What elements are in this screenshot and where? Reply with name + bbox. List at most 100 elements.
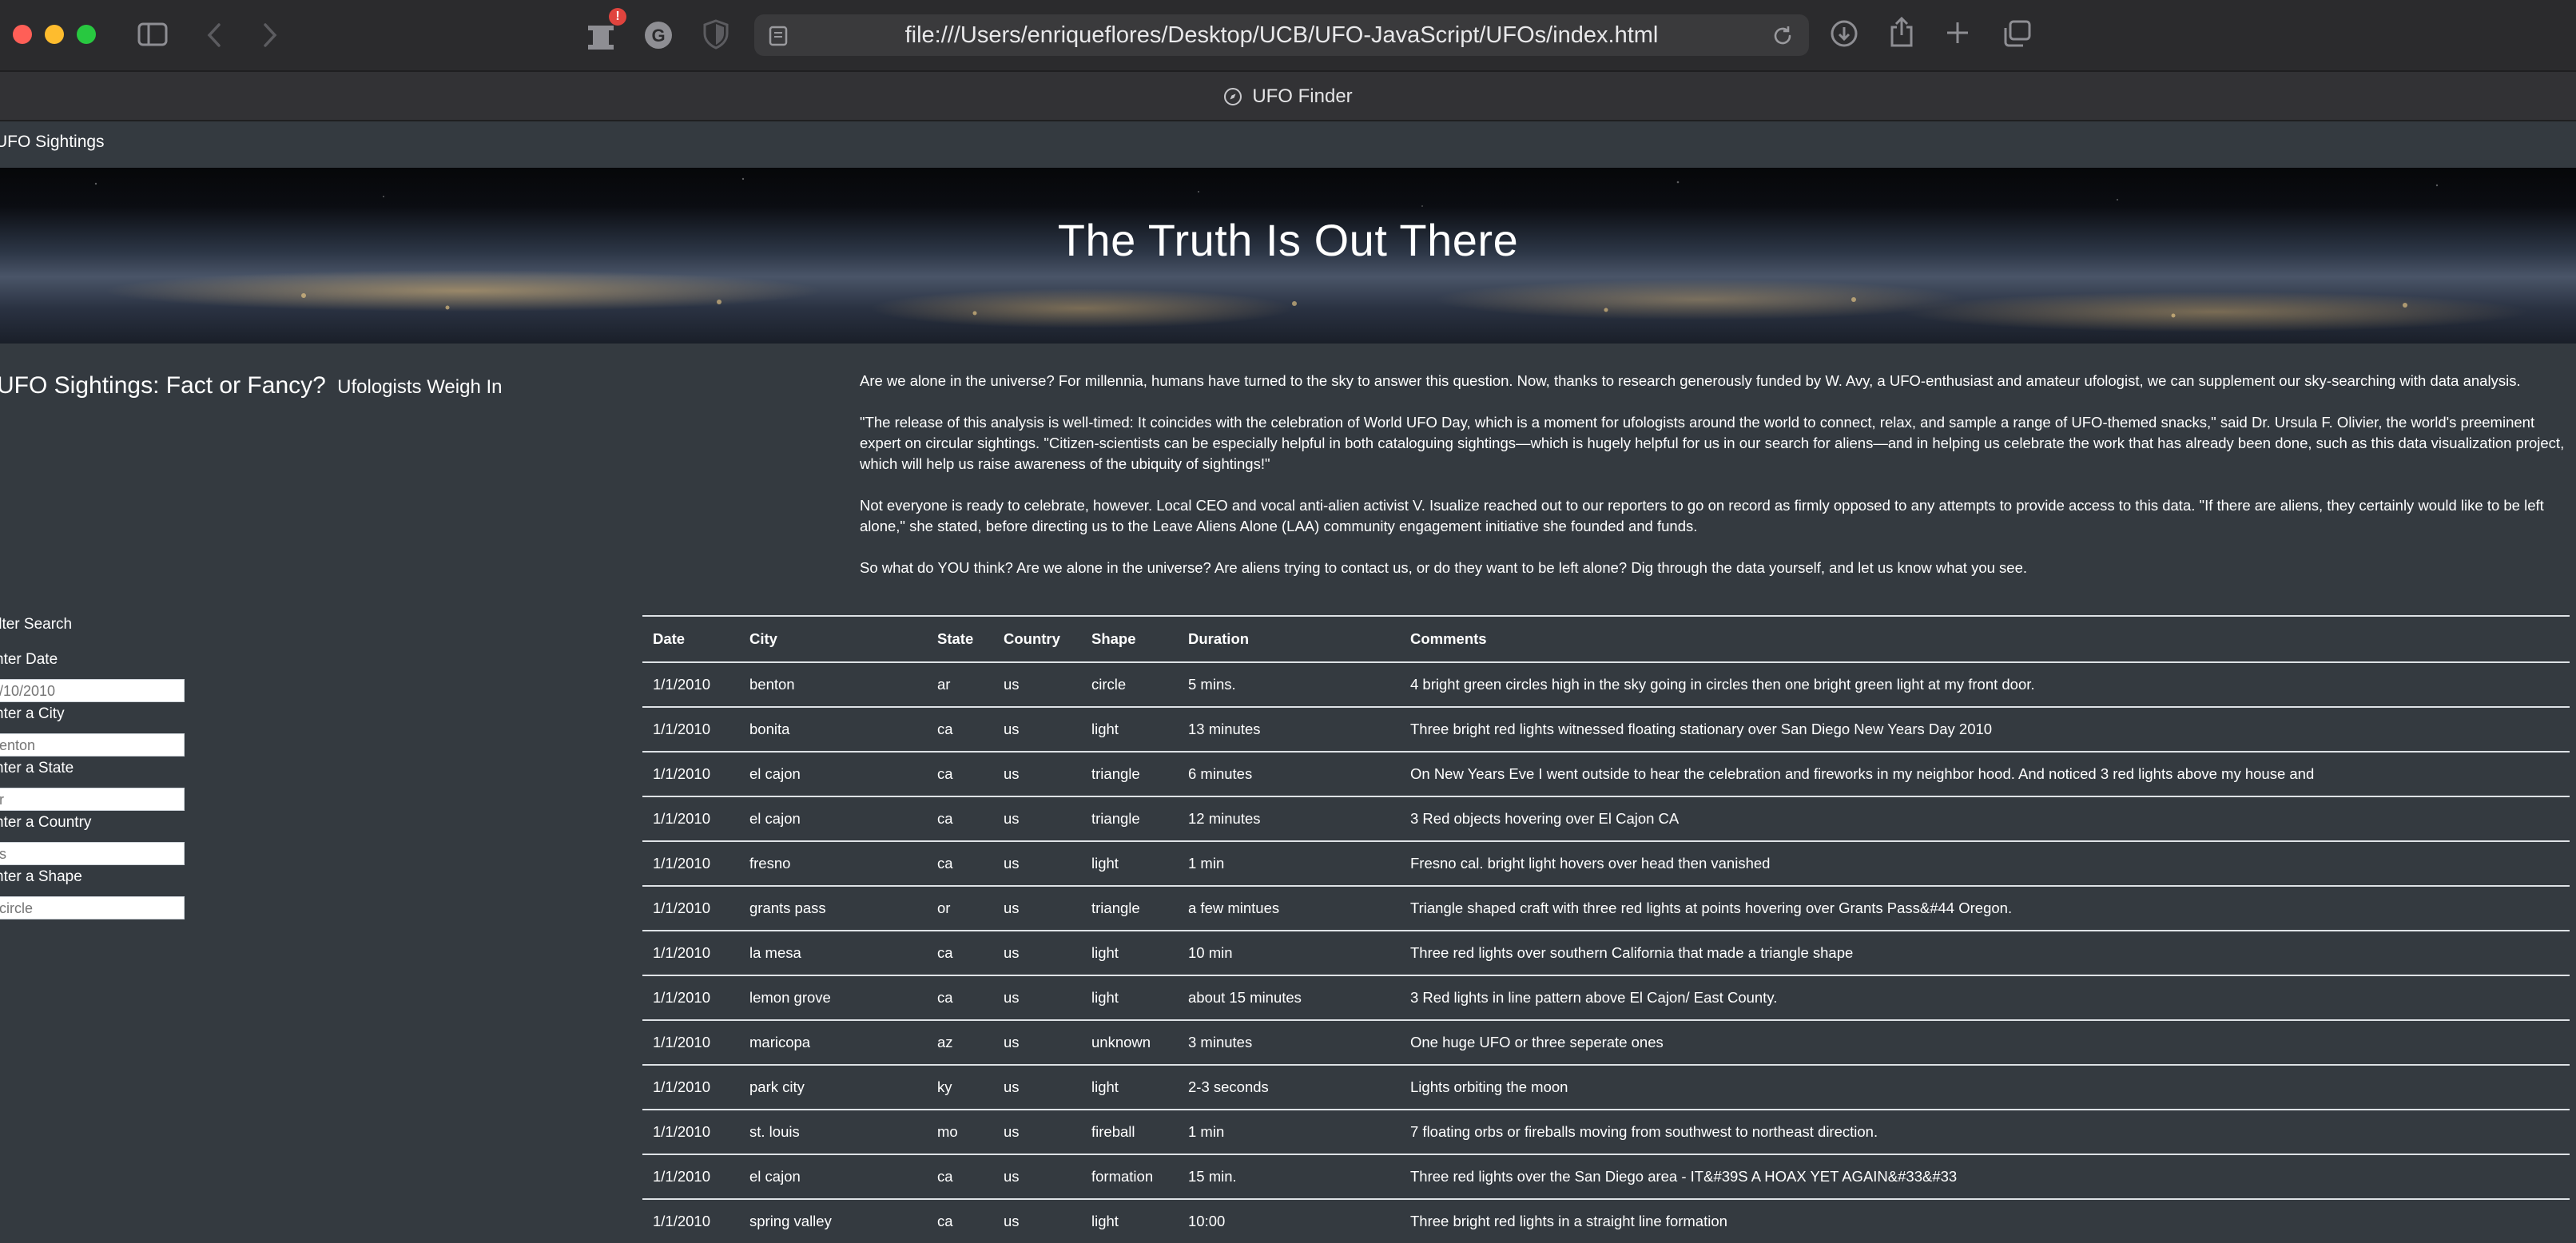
- duration-cell: 13 minutes: [1178, 706, 1400, 752]
- close-window-button[interactable]: [13, 25, 32, 44]
- duration-cell: 10 min: [1178, 930, 1400, 975]
- column-header-date: Date: [642, 615, 739, 663]
- downloads-icon[interactable]: [1830, 19, 1858, 48]
- table-row: 1/1/2010 maricopa az us unknown 3 minutes One …: [642, 1019, 2570, 1065]
- column-header-comments: Comments: [1400, 615, 2570, 663]
- country-cell: us: [993, 840, 1081, 886]
- duration-cell: a few mintues: [1178, 885, 1400, 931]
- city-input[interactable]: [0, 733, 185, 757]
- country-label: nter a Country: [0, 814, 92, 831]
- url-text: file:///Users/enriqueflores/Desktop/UCB/…: [904, 22, 1659, 48]
- extension-icon[interactable]: !: [585, 8, 626, 50]
- navbar: UFO Sightings: [0, 121, 2576, 169]
- zoom-window-button[interactable]: [77, 25, 96, 44]
- comments-cell: Fresno cal. bright light hovers over hea…: [1400, 840, 2570, 886]
- article-title: UFO Sightings: Fact or Fancy? Ufologists…: [0, 372, 502, 399]
- comments-cell: Three bright red lights witnessed floati…: [1400, 706, 2570, 752]
- share-icon[interactable]: [1889, 16, 1914, 48]
- duration-cell: 5 mins.: [1178, 661, 1400, 707]
- shape-input[interactable]: [0, 896, 185, 919]
- city-cell: el cajon: [739, 796, 927, 841]
- svg-text:G: G: [651, 26, 665, 46]
- column-header-country: Country: [993, 615, 1081, 663]
- state-input[interactable]: [0, 788, 185, 811]
- city-cell: el cajon: [739, 1154, 927, 1199]
- city-label: nter a City: [0, 705, 65, 722]
- duration-cell: 2-3 seconds: [1178, 1064, 1400, 1110]
- city-cell: spring valley: [739, 1198, 927, 1243]
- shape-cell: light: [1081, 706, 1178, 752]
- table-row: 1/1/2010 lemon grove ca us light about 15 min…: [642, 975, 2570, 1020]
- city-cell: st. louis: [739, 1109, 927, 1154]
- column-header-state: State: [927, 615, 993, 663]
- table-row: 1/1/2010 fresno ca us light 1 min Fresno cal. …: [642, 840, 2570, 886]
- table-row: 1/1/2010 el cajon ca us formation 15 min. Thre…: [642, 1154, 2570, 1199]
- country-cell: us: [993, 751, 1081, 796]
- table-row: 1/1/2010 benton ar us circle 5 mins. 4 bright …: [642, 661, 2570, 707]
- minimize-window-button[interactable]: [45, 25, 64, 44]
- shape-cell: circle: [1081, 661, 1178, 707]
- country-cell: us: [993, 1019, 1081, 1065]
- duration-cell: about 15 minutes: [1178, 975, 1400, 1020]
- date-cell: 1/1/2010: [642, 1019, 739, 1065]
- comments-cell: On New Years Eve I went outside to hear …: [1400, 751, 2570, 796]
- state-cell: ca: [927, 751, 993, 796]
- reload-icon[interactable]: [1771, 24, 1795, 48]
- privacy-shield-icon[interactable]: [703, 19, 729, 50]
- jumbotron-title: The Truth Is Out There: [1057, 215, 1519, 265]
- state-cell: ca: [927, 840, 993, 886]
- state-cell: ca: [927, 796, 993, 841]
- shape-cell: formation: [1081, 1154, 1178, 1199]
- grammarly-icon[interactable]: G: [644, 21, 673, 50]
- date-cell: 1/1/2010: [642, 930, 739, 975]
- navbar-brand[interactable]: UFO Sightings: [0, 133, 105, 152]
- date-cell: 1/1/2010: [642, 1109, 739, 1154]
- comments-cell: 7 floating orbs or fireballs moving from…: [1400, 1109, 2570, 1154]
- date-label: nter Date: [0, 651, 58, 668]
- active-tab[interactable]: UFO Finder: [0, 72, 2576, 121]
- duration-cell: 15 min.: [1178, 1154, 1400, 1199]
- sidebar-toggle-icon[interactable]: [137, 22, 168, 46]
- shape-cell: light: [1081, 975, 1178, 1020]
- city-cell: grants pass: [739, 885, 927, 931]
- country-input[interactable]: [0, 842, 185, 865]
- country-cell: us: [993, 885, 1081, 931]
- article-heading: UFO Sightings: Fact or Fancy?: [0, 372, 326, 399]
- shape-cell: fireball: [1081, 1109, 1178, 1154]
- state-cell: ar: [927, 661, 993, 707]
- tab-overview-icon[interactable]: [2002, 20, 2031, 47]
- country-cell: us: [993, 1109, 1081, 1154]
- table-row: 1/1/2010 bonita ca us light 13 minutes Three b…: [642, 706, 2570, 752]
- date-cell: 1/1/2010: [642, 1064, 739, 1110]
- date-cell: 1/1/2010: [642, 1198, 739, 1243]
- state-cell: mo: [927, 1109, 993, 1154]
- country-cell: us: [993, 796, 1081, 841]
- notification-badge: !: [609, 8, 626, 26]
- table-body: 1/1/2010 benton ar us circle 5 mins. 4 bright …: [642, 661, 2570, 1243]
- back-icon[interactable]: [206, 22, 222, 48]
- jumbotron: The Truth Is Out There: [0, 168, 2576, 344]
- address-bar[interactable]: file:///Users/enriqueflores/Desktop/UCB/…: [754, 14, 1809, 56]
- city-cell: park city: [739, 1064, 927, 1110]
- filter-search-heading: ilter Search: [0, 616, 73, 633]
- compass-icon: [1224, 88, 1242, 105]
- shape-cell: light: [1081, 840, 1178, 886]
- state-cell: or: [927, 885, 993, 931]
- comments-cell: 4 bright green circles high in the sky g…: [1400, 661, 2570, 707]
- tab-bar: UFO Finder: [0, 70, 2576, 121]
- shape-cell: unknown: [1081, 1019, 1178, 1065]
- date-cell: 1/1/2010: [642, 975, 739, 1020]
- table-header-row: Date City State Country Shape Duration C…: [642, 615, 2570, 663]
- shape-label: nter a Shape: [0, 868, 82, 885]
- column-header-shape: Shape: [1081, 615, 1178, 663]
- table-row: 1/1/2010 la mesa ca us light 10 min Three red …: [642, 930, 2570, 975]
- date-input[interactable]: [0, 679, 185, 702]
- state-cell: ca: [927, 975, 993, 1020]
- forward-icon[interactable]: [262, 22, 278, 48]
- new-tab-icon[interactable]: [1945, 20, 1970, 46]
- duration-cell: 10:00: [1178, 1198, 1400, 1243]
- duration-cell: 1 min: [1178, 840, 1400, 886]
- country-cell: us: [993, 706, 1081, 752]
- date-cell: 1/1/2010: [642, 840, 739, 886]
- shape-cell: triangle: [1081, 796, 1178, 841]
